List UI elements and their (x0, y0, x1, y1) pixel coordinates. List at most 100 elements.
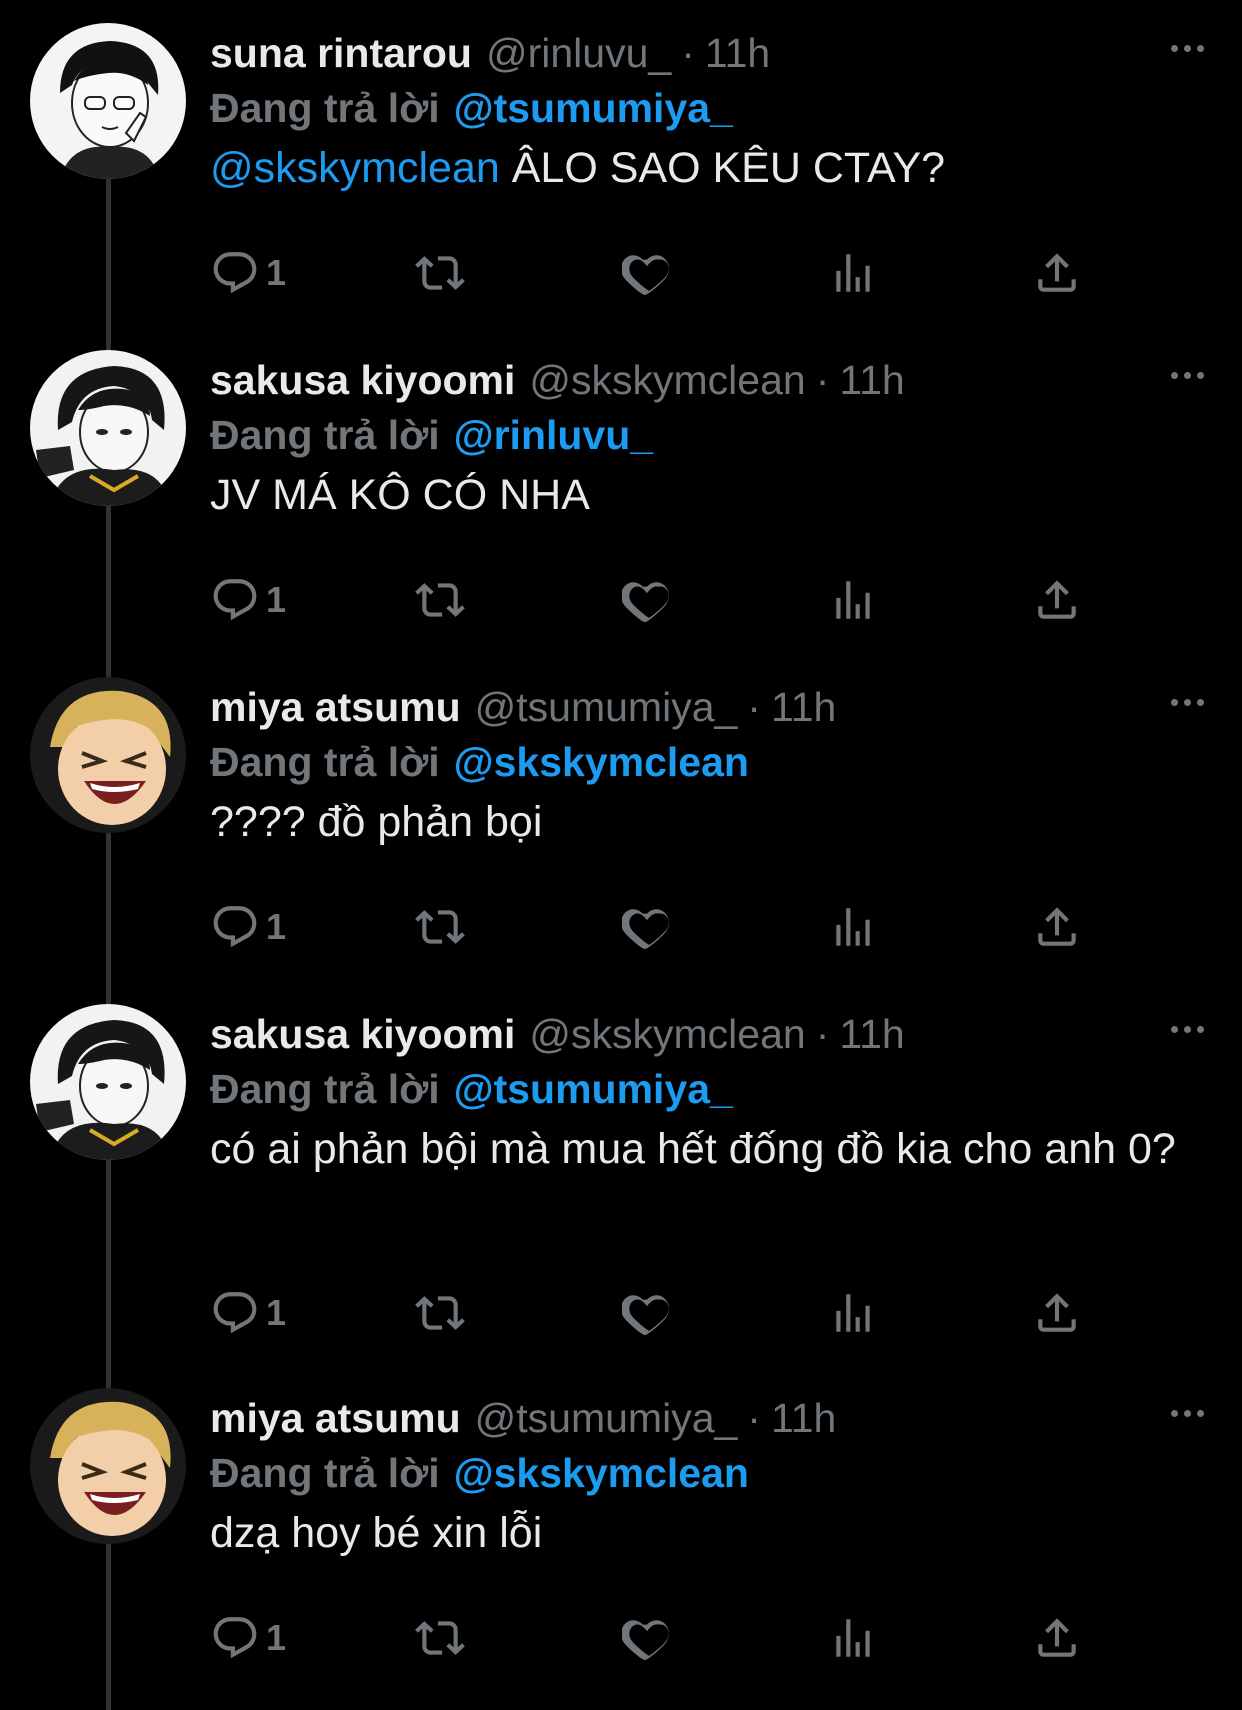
reply-count: 1 (266, 579, 287, 620)
separator-dot: · (815, 356, 830, 403)
views-button[interactable] (828, 243, 878, 303)
user-handle[interactable]: @rinluvu_ (486, 30, 671, 77)
reply-button[interactable]: 1 (210, 1283, 286, 1343)
retweet-button[interactable] (415, 570, 465, 630)
sakusa-avatar-icon (30, 1004, 186, 1160)
like-button[interactable] (622, 570, 672, 630)
tweet-text: @skskymclean ÂLO SAO KÊU CTAY? (210, 140, 1210, 196)
reply-to-link[interactable]: @rinluvu_ (454, 412, 653, 459)
reply-icon (210, 1288, 260, 1338)
retweet-button[interactable] (415, 1283, 465, 1343)
share-icon (1032, 1613, 1082, 1663)
reply-to-link[interactable]: @skskymclean (454, 739, 749, 786)
separator-dot: · (815, 1010, 830, 1057)
avatar[interactable] (30, 350, 186, 506)
retweet-icon (415, 1613, 465, 1663)
reply-to-link[interactable]: @skskymclean (454, 1450, 749, 1497)
reply-to-link[interactable]: @tsumumiya_ (454, 85, 733, 132)
share-button[interactable] (1032, 570, 1082, 630)
views-icon (828, 248, 878, 298)
display-name[interactable]: miya atsumu (210, 684, 461, 731)
share-button[interactable] (1032, 897, 1082, 957)
display-name[interactable]: sakusa kiyoomi (210, 357, 515, 404)
separator-dot: · (747, 683, 761, 730)
views-button[interactable] (828, 897, 878, 957)
reply-to-link[interactable]: @tsumumiya_ (454, 1066, 733, 1113)
avatar[interactable] (30, 1388, 186, 1544)
reply-prefix: Đang trả lời (210, 738, 440, 785)
replying-to: Đang trả lời @skskymclean (210, 732, 749, 792)
separator-dot: · (681, 29, 695, 76)
action-bar: 1 (210, 1283, 1110, 1343)
tweet-body: ???? đồ phản bọi (210, 798, 543, 846)
views-icon (828, 902, 878, 952)
timestamp[interactable]: 11h (771, 684, 836, 731)
tweet-text: ???? đồ phản bọi (210, 794, 1210, 850)
more-icon[interactable] (1171, 372, 1204, 379)
replying-to: Đang trả lời @rinluvu_ (210, 405, 653, 465)
reply-icon (210, 575, 260, 625)
like-icon (622, 1288, 672, 1338)
display-name[interactable]: suna rintarou (210, 30, 472, 77)
share-button[interactable] (1032, 1283, 1082, 1343)
user-handle[interactable]: @tsumumiya_ (475, 1395, 738, 1442)
more-icon[interactable] (1171, 699, 1204, 706)
reply-prefix: Đang trả lời (210, 1449, 440, 1496)
views-button[interactable] (828, 570, 878, 630)
action-bar: 1 (210, 570, 1110, 630)
retweet-button[interactable] (415, 897, 465, 957)
atsumu-avatar-icon (30, 677, 186, 833)
tweet-text: dzạ hoy bé xin lỗi (210, 1505, 1210, 1561)
retweet-button[interactable] (415, 243, 465, 303)
reply-button[interactable]: 1 (210, 243, 286, 303)
views-button[interactable] (828, 1608, 878, 1668)
sakusa-avatar-icon (30, 350, 186, 506)
reply-prefix: Đang trả lời (210, 84, 440, 131)
retweet-icon (415, 248, 465, 298)
suna-avatar-icon (30, 23, 186, 179)
tweet-body: có ai phản bội mà mua hết đống đồ kia ch… (210, 1125, 1176, 1173)
retweet-icon (415, 575, 465, 625)
views-button[interactable] (828, 1283, 878, 1343)
retweet-button[interactable] (415, 1608, 465, 1668)
separator-dot: · (747, 1394, 761, 1441)
timestamp[interactable]: 11h (839, 357, 904, 404)
share-button[interactable] (1032, 243, 1082, 303)
reply-prefix: Đang trả lời (210, 1065, 440, 1112)
timestamp[interactable]: 11h (839, 1011, 904, 1058)
like-button[interactable] (622, 1283, 672, 1343)
reply-button[interactable]: 1 (210, 1608, 286, 1668)
like-button[interactable] (622, 1608, 672, 1668)
more-icon[interactable] (1171, 1410, 1204, 1417)
more-icon[interactable] (1171, 45, 1204, 52)
avatar[interactable] (30, 1004, 186, 1160)
display-name[interactable]: miya atsumu (210, 1395, 461, 1442)
share-icon (1032, 248, 1082, 298)
user-handle[interactable]: @skskymclean (529, 1011, 805, 1058)
tweet-body: ÂLO SAO KÊU CTAY? (499, 144, 946, 192)
user-handle[interactable]: @tsumumiya_ (475, 684, 738, 731)
timestamp[interactable]: 11h (705, 30, 770, 77)
action-bar: 1 (210, 1608, 1110, 1668)
reply-button[interactable]: 1 (210, 570, 286, 630)
share-icon (1032, 902, 1082, 952)
atsumu-avatar-icon (30, 1388, 186, 1544)
timestamp[interactable]: 11h (771, 1395, 836, 1442)
like-button[interactable] (622, 243, 672, 303)
mention-link[interactable]: @skskymclean (210, 144, 500, 192)
avatar[interactable] (30, 677, 186, 833)
more-icon[interactable] (1171, 1026, 1204, 1033)
display-name[interactable]: sakusa kiyoomi (210, 1011, 515, 1058)
like-icon (622, 902, 672, 952)
reply-button[interactable]: 1 (210, 897, 286, 957)
views-icon (828, 575, 878, 625)
reply-count: 1 (266, 1292, 287, 1333)
avatar[interactable] (30, 23, 186, 179)
retweet-icon (415, 1288, 465, 1338)
like-button[interactable] (622, 897, 672, 957)
replying-to: Đang trả lời @skskymclean (210, 1443, 749, 1503)
reply-count: 1 (266, 906, 287, 947)
reply-count: 1 (266, 1617, 287, 1658)
user-handle[interactable]: @skskymclean (529, 357, 805, 404)
share-button[interactable] (1032, 1608, 1082, 1668)
